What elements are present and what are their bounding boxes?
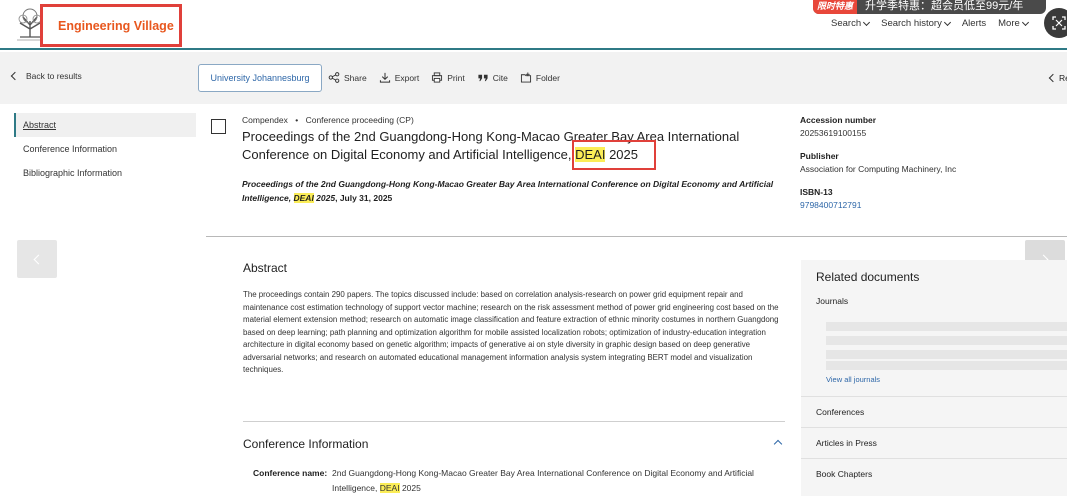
document-type: Conference proceeding (CP) — [305, 115, 414, 125]
download-icon — [379, 72, 390, 83]
related-section-book-chapters[interactable]: Book Chapters — [801, 458, 1067, 489]
publisher-label: Publisher — [800, 151, 839, 161]
accession-value: 20253619100155 — [800, 128, 867, 138]
isbn-label: ISBN-13 — [800, 187, 833, 197]
conference-name-label-text: Conference name: — [253, 468, 328, 478]
related-documents-panel: Related documents Journals View all jour… — [801, 260, 1067, 496]
record-title: Proceedings of the 2nd Guangdong-Hong Ko… — [242, 128, 762, 164]
abstract-heading: Abstract — [243, 261, 288, 275]
chevron-left-icon — [33, 254, 44, 264]
chevron-up-icon[interactable] — [773, 439, 783, 449]
section-divider — [243, 421, 785, 422]
nav-alerts[interactable]: Alerts — [962, 18, 986, 29]
share-button[interactable]: Share — [328, 72, 367, 83]
top-header: Engineering Village 限时特惠 升学季特惠：超会员低至99元/… — [0, 0, 1067, 50]
record-toolbar: Back to results University Johannesburg … — [0, 52, 1067, 104]
screenshot-icon — [1052, 16, 1066, 30]
loading-placeholder — [826, 350, 1067, 359]
related-section-conferences[interactable]: Conferences — [801, 396, 1067, 427]
header-divider — [206, 236, 1067, 237]
nav-search-history[interactable]: Search history — [881, 18, 951, 29]
loading-placeholder — [826, 336, 1067, 345]
annotation-highlight-box — [572, 140, 656, 170]
record-metadata: Accession number 20253619100155 Publishe… — [800, 115, 956, 223]
related-journals-label: Journals — [816, 296, 849, 306]
nav-alerts-label: Alerts — [961, 18, 987, 29]
share-icon — [328, 72, 340, 83]
folder-button[interactable]: Folder — [520, 72, 560, 83]
bullet-separator: • — [295, 115, 299, 125]
loading-placeholder — [826, 361, 1067, 370]
source-highlight: DEAI — [293, 193, 314, 203]
isbn-link[interactable]: 9798400712791 — [800, 200, 956, 210]
nav-search[interactable]: Search — [831, 18, 871, 29]
sidebar-item-conference-information[interactable]: Conference Information — [14, 137, 196, 161]
conference-name-highlight: DEAI — [379, 483, 400, 493]
conference-name-label: Conference name: — [253, 466, 327, 481]
nav-more[interactable]: More — [998, 18, 1029, 29]
cite-button[interactable]: Cite — [477, 72, 508, 83]
related-section-articles-in-press[interactable]: Articles in Press — [801, 427, 1067, 458]
section-sidebar: Abstract Conference Information Bibliogr… — [14, 113, 196, 185]
print-button[interactable]: Print — [431, 72, 465, 83]
institution-button[interactable]: University Johannesburg — [198, 64, 322, 92]
chevron-down-icon — [863, 18, 871, 26]
nav-search-label: Search — [831, 18, 862, 29]
conference-name-year: 2025 — [399, 483, 421, 493]
print-label: Print — [447, 72, 465, 83]
view-all-journals-link[interactable]: View all journals — [826, 375, 880, 384]
select-record-checkbox[interactable] — [211, 119, 226, 134]
conference-heading: Conference Information — [243, 437, 369, 451]
folder-add-icon — [520, 72, 531, 83]
sidebar-item-abstract[interactable]: Abstract — [14, 113, 196, 137]
return-link-label[interactable]: Re — [1059, 73, 1067, 83]
nav-search-history-label: Search history — [881, 18, 942, 29]
export-label: Export — [394, 72, 420, 83]
chevron-left-icon[interactable] — [1048, 73, 1058, 83]
source-year: 2025 — [313, 193, 336, 203]
title-text: Proceedings of the 2nd Guangdong-Hong Ko… — [242, 129, 740, 162]
promo-tag: 限时特惠 — [813, 0, 858, 14]
screenshot-tool-button[interactable] — [1044, 8, 1067, 38]
back-to-results-link[interactable]: Back to results — [10, 71, 82, 81]
source-date: , July 31, 2025 — [335, 193, 393, 203]
cite-label: Cite — [492, 72, 508, 83]
promo-banner[interactable]: 限时特惠 升学季特惠：超会员低至99元/年 — [813, 0, 1046, 14]
brand-highlight-box[interactable]: Engineering Village — [40, 4, 182, 47]
related-heading: Related documents — [816, 270, 920, 284]
database-name: Compendex — [242, 115, 288, 125]
publisher-value: Association for Computing Machinery, Inc — [800, 164, 957, 174]
chevron-down-icon — [943, 18, 951, 26]
share-label: Share — [344, 72, 367, 83]
nav-more-label: More — [998, 18, 1020, 29]
record-type-line: Compendex • Conference proceeding (CP) — [242, 115, 414, 125]
export-button[interactable]: Export — [379, 72, 420, 83]
quote-icon — [478, 74, 488, 82]
printer-icon — [432, 72, 443, 83]
record-actions: Share Export Print Cite Folder — [328, 72, 560, 83]
abstract-text: The proceedings contain 290 papers. The … — [243, 290, 779, 374]
promo-text: 升学季特惠：超会员低至99元/年 — [865, 0, 1024, 12]
accession-label: Accession number — [800, 115, 877, 125]
sidebar-item-bibliographic-information[interactable]: Bibliographic Information — [14, 161, 196, 185]
back-label: Back to results — [26, 71, 82, 81]
chevron-down-icon — [1021, 18, 1029, 26]
source-citation: Proceedings of the 2nd Guangdong-Hong Ko… — [242, 177, 782, 205]
previous-record-button[interactable] — [17, 240, 57, 278]
chevron-left-icon — [10, 71, 20, 81]
loading-placeholder — [826, 322, 1067, 331]
conference-name-value: 2nd Guangdong-Hong Kong-Macao Greater Ba… — [332, 466, 772, 496]
brand-name: Engineering Village — [58, 18, 174, 33]
top-nav: Search Search history Alerts More — [831, 18, 1029, 29]
folder-label: Folder — [535, 72, 560, 83]
